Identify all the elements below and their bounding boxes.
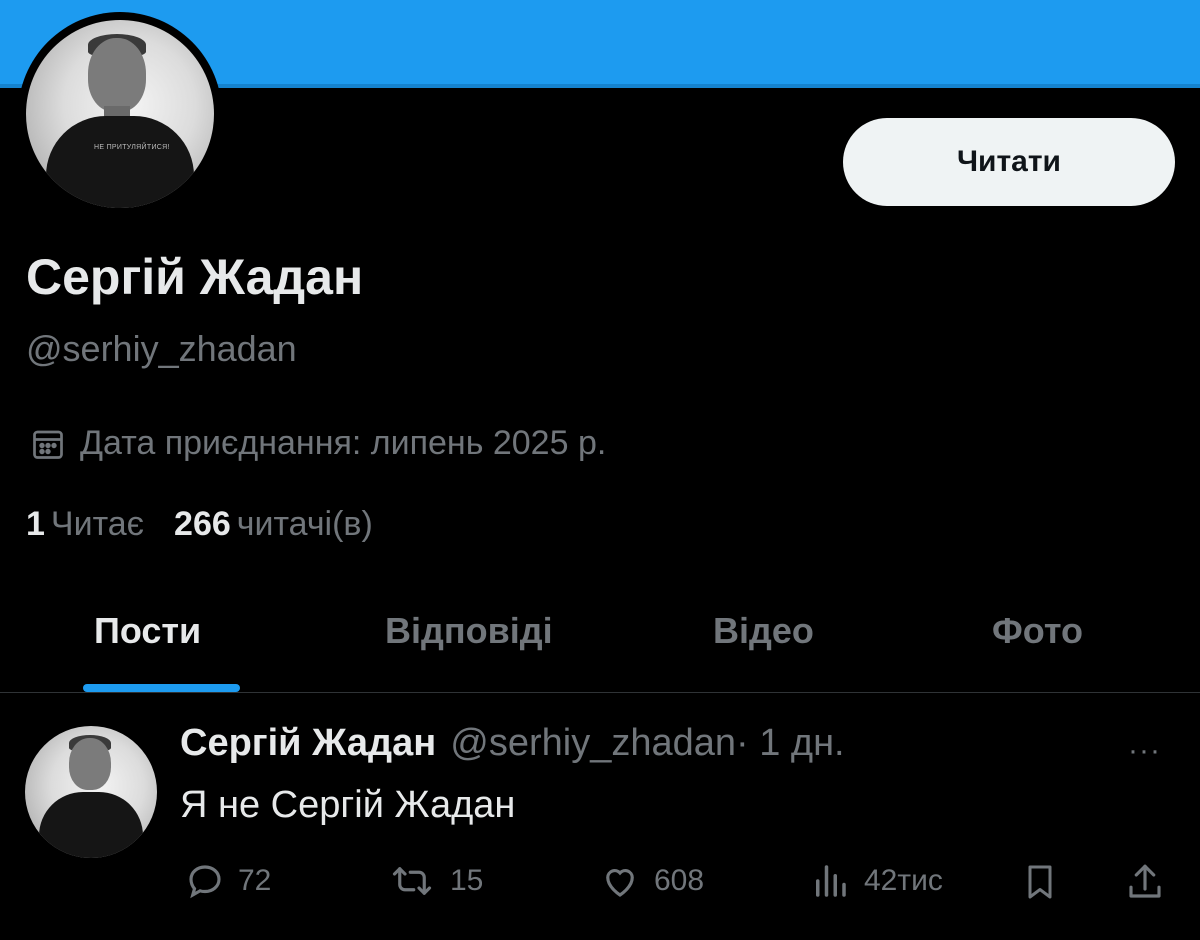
- followers-link[interactable]: 266 читачі(в): [174, 505, 373, 544]
- share-icon: [1129, 864, 1161, 898]
- tabs-divider: [0, 692, 1200, 693]
- repost-icon: [392, 867, 432, 895]
- post-text: Я не Сергій Жадан: [180, 784, 516, 826]
- join-date-text: Дата приєднання: липень 2025 р.: [80, 424, 607, 462]
- avatar-head: [88, 38, 146, 112]
- calendar-icon: [33, 430, 63, 459]
- more-icon[interactable]: ···: [1128, 734, 1161, 768]
- avatar-shirt-text: НЕ ПРИТУЛЯЙТИСЯ!: [94, 144, 170, 151]
- post-avatar-head: [69, 738, 111, 790]
- repost-button[interactable]: 15: [386, 860, 483, 902]
- avatar-body: [46, 116, 194, 208]
- post-actions: 72 15 608 42тис: [0, 860, 1200, 910]
- post-avatar-body: [39, 792, 143, 858]
- following-link[interactable]: 1 Читає: [26, 505, 144, 544]
- bookmark-icon: [1028, 865, 1052, 899]
- share-button[interactable]: [1124, 860, 1178, 904]
- profile-handle: @serhiy_zhadan: [26, 328, 297, 369]
- following-label: Читає: [50, 505, 145, 543]
- reply-count: 72: [238, 864, 272, 897]
- profile-stats: 1 Читає 266 читачі(в): [26, 505, 373, 544]
- join-date: Дата приєднання: липень 2025 р.: [30, 424, 606, 463]
- tab-posts[interactable]: Пости: [94, 610, 201, 652]
- post-author[interactable]: Сергій Жадан: [180, 722, 436, 765]
- followers-label: читачі(в): [236, 505, 373, 543]
- profile-tabs: Пости Відповіді Відео Фото: [0, 600, 1200, 692]
- reply-icon: [189, 865, 221, 899]
- views-button[interactable]: 42тис: [808, 860, 943, 902]
- post-time[interactable]: · 1 дн.: [736, 722, 845, 765]
- post-header: Сергій Жадан @serhiy_zhadan · 1 дн.: [180, 722, 845, 765]
- views-icon: [816, 865, 846, 897]
- tab-photo[interactable]: Фото: [992, 610, 1083, 652]
- post-handle[interactable]: @serhiy_zhadan: [450, 722, 736, 765]
- views-count: 42тис: [864, 864, 943, 897]
- follow-button[interactable]: Читати: [843, 118, 1175, 206]
- profile-name: Сергій Жадан: [26, 249, 364, 305]
- tab-video[interactable]: Відео: [713, 610, 814, 652]
- heart-icon: [606, 869, 634, 897]
- following-count: 1: [26, 505, 45, 543]
- followers-count: 266: [174, 505, 231, 543]
- repost-count: 15: [450, 864, 484, 897]
- post-avatar[interactable]: [25, 726, 157, 858]
- reply-button[interactable]: 72: [184, 860, 271, 902]
- profile-avatar[interactable]: НЕ ПРИТУЛЯЙТИСЯ!: [26, 20, 214, 208]
- active-tab-indicator: [83, 684, 240, 692]
- bookmark-button[interactable]: [1020, 860, 1072, 904]
- like-button[interactable]: 608: [598, 860, 704, 902]
- tab-replies[interactable]: Відповіді: [385, 610, 553, 652]
- like-count: 608: [654, 864, 705, 897]
